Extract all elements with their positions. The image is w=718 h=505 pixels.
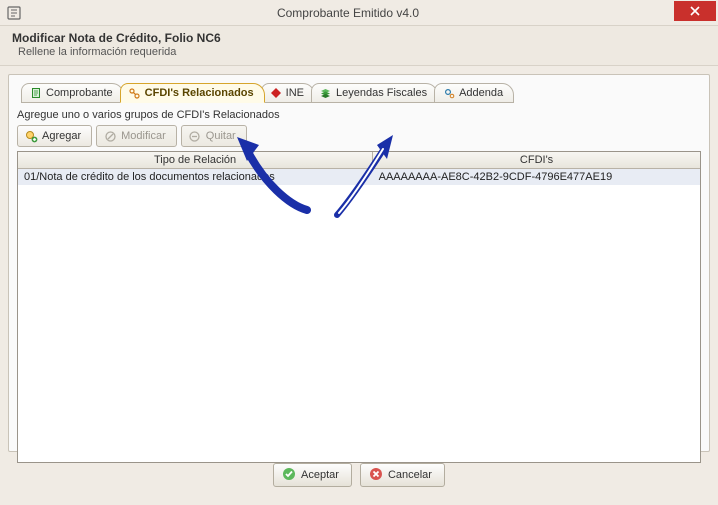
edit-button: Modificar	[96, 125, 177, 147]
remove-icon	[188, 129, 202, 143]
add-icon	[24, 129, 38, 143]
window-title: Comprobante Emitido v4.0	[22, 6, 674, 20]
stack-green-icon	[320, 87, 332, 99]
tab-ine[interactable]: INE	[261, 83, 315, 103]
tab-comprobante[interactable]: Comprobante	[21, 83, 124, 103]
tab-label: Comprobante	[46, 87, 113, 99]
cancel-button-label: Cancelar	[388, 469, 432, 481]
edit-icon	[103, 129, 117, 143]
link-orange-icon	[129, 87, 141, 99]
title-bar: Comprobante Emitido v4.0	[0, 0, 718, 26]
diamond-red-icon	[270, 87, 282, 99]
tab-cfdis-relacionados[interactable]: CFDI's Relacionados	[120, 83, 265, 103]
tab-label: INE	[286, 87, 304, 99]
tab-label: CFDI's Relacionados	[145, 87, 254, 99]
tab-label: Addenda	[459, 87, 503, 99]
instruction-text: Agregue uno o varios grupos de CFDI's Re…	[17, 109, 701, 121]
cfdis-table[interactable]: Tipo de Relación CFDI's 01/Nota de crédi…	[17, 151, 701, 463]
page-title: Modificar Nota de Crédito, Folio NC6	[12, 31, 706, 45]
page-header: Modificar Nota de Crédito, Folio NC6 Rel…	[0, 26, 718, 66]
remove-button: Quitar	[181, 125, 247, 147]
toolbar: Agregar Modificar Quitar	[17, 125, 701, 147]
cancel-icon	[369, 467, 383, 484]
tab-strip: Comprobante CFDI's Relacionados INE Leye…	[21, 81, 701, 103]
col-header-tipo-relacion[interactable]: Tipo de Relación	[18, 152, 373, 169]
gears-icon	[443, 87, 455, 99]
window-close-button[interactable]	[674, 1, 716, 21]
doc-green-icon	[30, 87, 42, 99]
add-button[interactable]: Agregar	[17, 125, 92, 147]
accept-button[interactable]: Aceptar	[273, 463, 352, 487]
check-icon	[282, 467, 296, 484]
remove-button-label: Quitar	[206, 130, 236, 142]
content-panel: Comprobante CFDI's Relacionados INE Leye…	[8, 74, 710, 452]
cell-tipo-relacion: 01/Nota de crédito de los documentos rel…	[18, 169, 373, 186]
tab-addenda[interactable]: Addenda	[434, 83, 514, 103]
col-header-cfdis[interactable]: CFDI's	[373, 152, 700, 169]
tab-leyendas-fiscales[interactable]: Leyendas Fiscales	[311, 83, 438, 103]
add-button-label: Agregar	[42, 130, 81, 142]
app-icon	[6, 5, 22, 21]
tab-label: Leyendas Fiscales	[336, 87, 427, 99]
table-row[interactable]: 01/Nota de crédito de los documentos rel…	[18, 169, 700, 186]
page-subtitle: Rellene la información requerida	[18, 46, 706, 58]
edit-button-label: Modificar	[121, 130, 166, 142]
table-header-row: Tipo de Relación CFDI's	[18, 152, 700, 169]
accept-button-label: Aceptar	[301, 469, 339, 481]
cancel-button[interactable]: Cancelar	[360, 463, 445, 487]
cell-cfdis: AAAAAAAA-AE8C-42B2-9CDF-4796E477AE19	[373, 169, 700, 186]
